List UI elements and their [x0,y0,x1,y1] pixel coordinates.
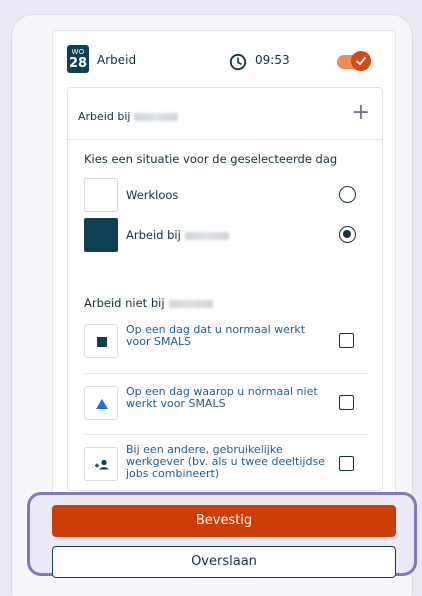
divider [84,373,368,374]
option-label: Arbeid bij [126,228,229,242]
confirm-button[interactable]: Bevestig [52,505,396,537]
option-arbeid-bij[interactable]: Arbeid bij [84,218,368,252]
redacted-employer [184,231,229,240]
check-option-non-work-day[interactable]: Op een dag waarop u normaal niet werkt v… [84,386,368,426]
radio-werkloos[interactable] [339,186,356,203]
checkbox-other-employer[interactable] [339,456,354,471]
option-label: Werkloos [126,188,179,202]
situation-question: Kies een situatie voor de geselecteerde … [84,152,338,166]
triangle-icon [96,399,108,409]
add-icon[interactable]: + [352,102,370,124]
radio-arbeid-bij[interactable] [339,226,356,243]
clock-icon [229,53,247,71]
option-werkloos[interactable]: Werkloos [84,178,368,212]
work-panel-header: Arbeid bij + [68,88,382,140]
date-day: 28 [68,56,88,71]
card-header: WO 28 Arbeid 09:53 [53,31,395,87]
work-panel-title: Arbeid bij [78,110,179,123]
square-icon [97,337,107,347]
checkbox-non-work-day[interactable] [339,395,354,410]
other-work-heading: Arbeid niet bij [84,296,213,310]
icon-box [84,447,118,481]
checkbox-normal-day[interactable] [339,333,354,348]
check-label: Op een dag waarop u normaal niet werkt v… [126,385,318,410]
checkmark-icon [356,57,366,65]
color-swatch-dark [84,218,118,252]
time-label: 09:53 [255,53,290,67]
toggle-knob[interactable] [351,51,371,71]
redacted-employer [134,113,179,121]
work-panel: Arbeid bij + Kies een situatie voor de g… [67,87,383,491]
card-title: Arbeid [97,53,137,67]
skip-button[interactable]: Overslaan [52,546,396,578]
icon-box [84,386,118,420]
day-card: WO 28 Arbeid 09:53 Arbeid bij + Kies een… [52,30,396,500]
divider [84,434,368,435]
check-option-normal-day[interactable]: Op een dag dat u normaal werkt voor SMAL… [84,324,368,364]
color-swatch-white [84,178,118,212]
check-label: Op een dag dat u normaal werkt voor SMAL… [126,323,306,348]
redacted-employer [168,299,213,308]
check-option-other-employer[interactable]: Bij een andere, gebruikelijke werkgever … [84,444,368,484]
add-person-icon [95,459,109,470]
check-label: Bij een andere, gebruikelijke werkgever … [126,443,325,480]
icon-box [84,324,118,358]
date-badge: WO 28 [67,45,89,73]
